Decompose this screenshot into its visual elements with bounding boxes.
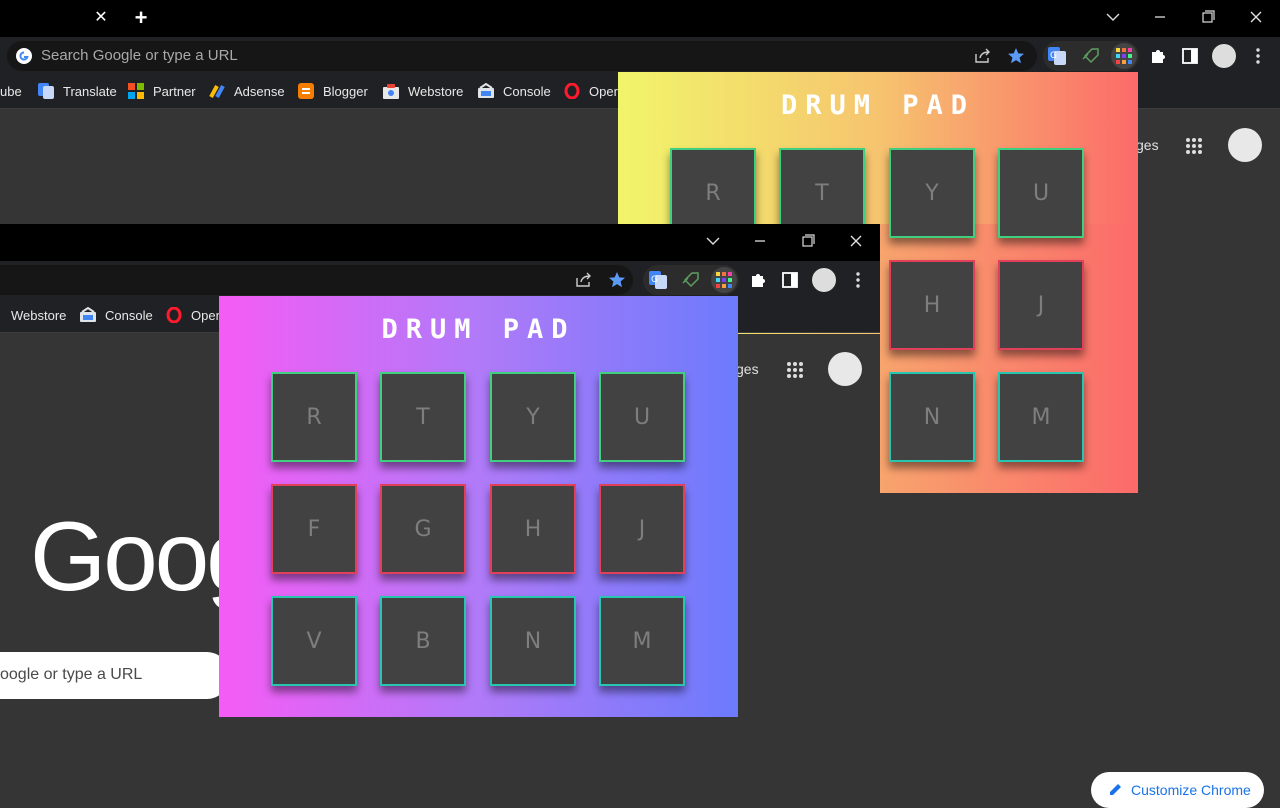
front-menu-kebab-icon[interactable] [850,271,866,289]
front-address-bar[interactable] [0,265,633,295]
drum-pad-key[interactable]: Y [889,148,975,238]
front-share-icon[interactable] [575,272,593,288]
opera-icon [166,307,182,323]
bookmark-console[interactable]: Console [478,82,551,100]
drum-pad-key[interactable]: N [490,596,576,686]
bookmark-youtube[interactable]: ube [0,82,22,100]
new-tab-button[interactable]: + [130,6,152,30]
drum-pad-key[interactable]: R [271,372,357,462]
side-panel-icon[interactable] [1182,48,1198,64]
drum-pad-key[interactable]: Y [490,372,576,462]
bookmark-partner[interactable]: Partner [128,82,196,100]
svg-text:G: G [1050,51,1057,61]
address-bar-placeholder: Search Google or type a URL [41,47,238,64]
pencil-icon [1110,784,1121,795]
drum-pad-title: DRUM PAD [381,314,576,345]
drum-pad-key[interactable]: U [599,372,685,462]
grid-extension-icon [1116,48,1132,64]
drum-pad-key[interactable]: N [889,372,975,462]
drum-pad-key[interactable]: T [380,372,466,462]
front-apps-grid-icon[interactable] [786,361,804,379]
front-translate-extension-icon[interactable]: G [649,271,667,289]
front-close-window-icon[interactable] [841,230,871,252]
images-link[interactable]: ges [1136,137,1159,153]
tab-strip [0,0,1280,37]
front-bookmark-opera[interactable]: Opera [166,306,227,324]
webstore-icon [383,84,399,99]
console-icon [80,307,96,322]
opera-icon [564,83,580,99]
drum-pad-key[interactable]: M [998,372,1084,462]
apps-grid-icon[interactable] [1185,137,1203,155]
microsoft-icon [128,83,144,99]
front-minimize-icon[interactable] [745,230,775,252]
front-account-avatar[interactable] [828,352,862,386]
bookmark-translate[interactable]: Translate [38,82,117,100]
ntp-search-placeholder: oogle or type a URL [0,666,143,683]
close-window-icon[interactable] [1241,6,1271,28]
account-avatar[interactable] [1228,128,1262,162]
front-profile-avatar[interactable] [812,268,836,292]
bookmark-opera[interactable]: Opera [564,82,625,100]
front-grid-extension-icon [716,272,732,288]
bookmark-star-icon[interactable] [1007,47,1025,65]
bookmark-adsense[interactable]: Adsense [209,82,285,100]
adsense-icon [209,85,225,98]
drum-pad-key[interactable]: M [599,596,685,686]
drum-pad-key[interactable]: H [490,484,576,574]
front-restore-icon[interactable] [793,230,823,252]
drum-pad-key[interactable]: J [599,484,685,574]
front-extensions-puzzle-icon[interactable] [749,271,767,289]
restore-icon[interactable] [1193,6,1223,28]
webstore-icon [0,307,2,323]
front-images-link[interactable]: ges [736,361,759,377]
front-tab-search-chevron-icon[interactable] [698,230,728,252]
bookmark-webstore[interactable]: Webstore [383,82,463,100]
front-bookmark-console[interactable]: Console [80,306,153,324]
tab-search-chevron-icon[interactable] [1098,6,1128,28]
drum-pad-key[interactable]: V [271,596,357,686]
translate-icon [38,83,54,99]
drum-pad-key[interactable]: J [998,260,1084,350]
share-icon[interactable] [974,48,992,64]
front-bookmark-webstore[interactable]: Webstore [0,306,66,324]
menu-kebab-icon[interactable] [1250,47,1266,65]
drum-pad-key[interactable]: H [889,260,975,350]
tag-extension-icon[interactable] [1082,47,1100,65]
google-g-icon [16,48,32,64]
drum-pad-key[interactable]: U [998,148,1084,238]
minimize-icon[interactable] [1145,6,1175,28]
drum-pad-key[interactable]: B [380,596,466,686]
front-side-panel-icon[interactable] [782,272,798,288]
front-bookmark-star-icon[interactable] [608,271,626,289]
profile-avatar[interactable] [1212,44,1236,68]
front-tag-extension-icon[interactable] [682,271,700,289]
blogger-icon [298,83,314,99]
svg-text:G: G [651,275,658,285]
drum-pad-key[interactable]: G [380,484,466,574]
console-icon [478,83,494,98]
drum-pad-key[interactable]: F [271,484,357,574]
bookmark-blogger[interactable]: Blogger [298,82,368,100]
translate-extension-icon[interactable]: G [1048,47,1066,65]
drum-pad-title: DRUM PAD [780,90,976,121]
tab-close-icon[interactable]: ✕ [92,9,110,27]
extensions-puzzle-icon[interactable] [1149,47,1167,65]
